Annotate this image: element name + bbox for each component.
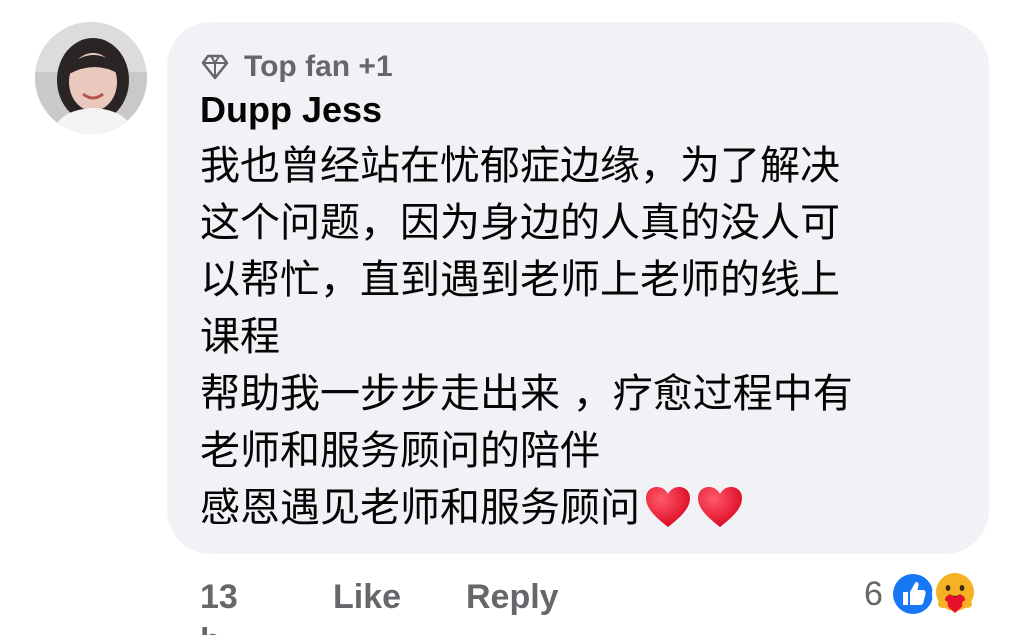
reaction-count: 6: [864, 574, 883, 613]
author-name[interactable]: Dupp Jess: [200, 88, 382, 132]
comment-line-last: 感恩遇见老师和服务顾问: [200, 480, 960, 537]
comment: Top fan +1 Dupp Jess 我也曾经站在忧郁症边缘，为了解决 这个…: [0, 0, 1024, 635]
reaction-summary[interactable]: 6: [864, 568, 979, 620]
heart-emoji: [696, 485, 744, 529]
avatar[interactable]: [35, 22, 147, 134]
comment-line: 这个问题，因为身边的人真的没人可: [200, 200, 840, 246]
comment-text: 我也曾经站在忧郁症边缘，为了解决 这个问题，因为身边的人真的没人可 以帮忙，直到…: [200, 138, 960, 537]
comment-line-text: 感恩遇见老师和服务顾问: [200, 485, 640, 531]
thumbs-up-icon: [889, 570, 937, 618]
comment-line: 以帮忙，直到遇到老师上老师的线上: [200, 257, 840, 303]
comment-line: 课程: [200, 314, 280, 360]
like-button[interactable]: Like: [333, 575, 401, 619]
badge-label: Top fan +1: [244, 50, 393, 83]
comment-line: 老师和服务顾问的陪伴: [200, 428, 600, 474]
reply-button[interactable]: Reply: [466, 575, 559, 619]
timestamp[interactable]: 13 h: [200, 575, 238, 635]
comment-line: 我也曾经站在忧郁症边缘，为了解决: [200, 143, 840, 189]
comment-line: 帮助我一步步走出来 ，疗愈过程中有: [200, 371, 853, 417]
top-fan-badge[interactable]: Top fan +1: [200, 48, 393, 86]
care-icon: [931, 570, 979, 618]
heart-emoji: [644, 485, 692, 529]
diamond-icon: [200, 52, 230, 82]
